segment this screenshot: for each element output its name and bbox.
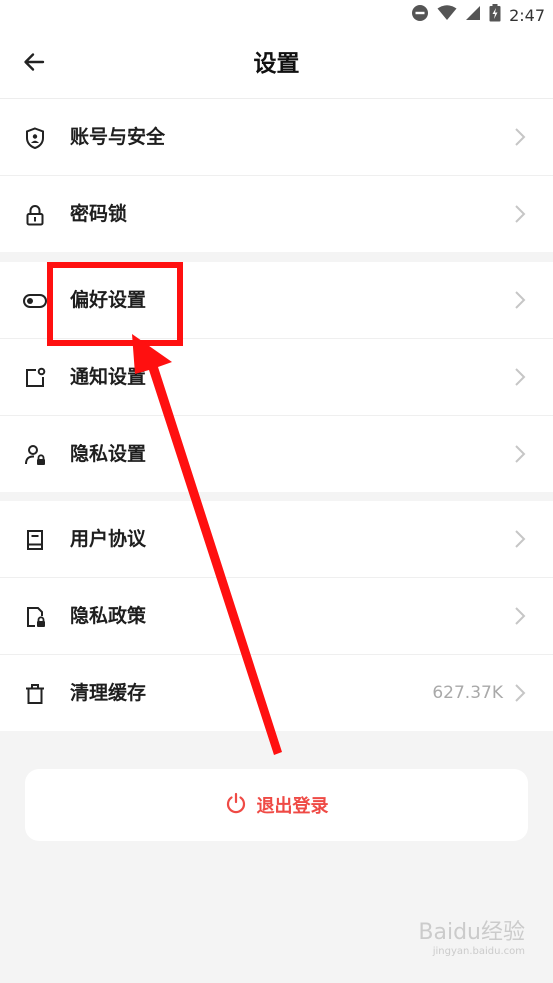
chevron-right-icon [515,530,526,548]
lock-icon [22,202,48,228]
row-clear-cache[interactable]: 清理缓存 627.37K [0,655,553,731]
row-preference-settings[interactable]: 偏好设置 [0,262,553,339]
row-notification-settings[interactable]: 通知设置 [0,339,553,416]
status-bar: 2:47 [0,0,553,30]
chevron-right-icon [515,128,526,146]
settings-group-legal: 用户协议 隐私政策 清理缓存 627.37K [0,501,553,731]
row-label: 清理缓存 [70,682,147,704]
row-label: 偏好设置 [70,289,147,311]
row-label: 用户协议 [70,528,147,550]
logout-button[interactable]: 退出登录 [25,769,528,841]
trash-icon [22,681,48,707]
chevron-right-icon [515,684,526,702]
row-user-agreement[interactable]: 用户协议 [0,501,553,578]
power-icon [225,792,247,818]
watermark: Baidu经验 jingyan.baidu.com [418,914,525,957]
chevron-right-icon [515,368,526,386]
row-privacy-policy[interactable]: 隐私政策 [0,578,553,655]
row-label: 账号与安全 [70,126,166,148]
header: 设置 [0,30,553,99]
user-lock-icon [22,442,48,468]
battery-charging-icon [489,4,501,26]
page-title: 设置 [253,51,300,77]
wifi-icon [437,5,457,25]
document-lock-icon [22,604,48,630]
row-label: 隐私政策 [70,605,147,627]
status-time: 2:47 [509,5,545,25]
row-label: 隐私设置 [70,443,147,465]
notification-icon [22,365,48,391]
watermark-sub: jingyan.baidu.com [432,946,525,957]
account-shield-icon [22,125,48,151]
chevron-right-icon [515,445,526,463]
row-label: 通知设置 [70,366,147,388]
row-account-security[interactable]: 账号与安全 [0,99,553,176]
chevron-right-icon [515,291,526,309]
chevron-right-icon [515,205,526,223]
back-button[interactable] [18,48,50,80]
book-icon [22,527,48,553]
do-not-disturb-icon [411,4,429,26]
row-privacy-settings[interactable]: 隐私设置 [0,416,553,492]
back-arrow-icon [22,50,46,78]
logout-label: 退出登录 [256,796,329,817]
settings-group-account: 账号与安全 密码锁 [0,99,553,252]
cellular-icon [465,5,481,25]
chevron-right-icon [515,607,526,625]
row-password-lock[interactable]: 密码锁 [0,176,553,252]
row-label: 密码锁 [70,203,128,225]
watermark-text: Baidu经验 [418,920,525,945]
settings-group-preferences: 偏好设置 通知设置 隐私设置 [0,262,553,492]
cache-size-value: 627.37K [432,683,503,703]
toggle-icon [22,288,48,314]
